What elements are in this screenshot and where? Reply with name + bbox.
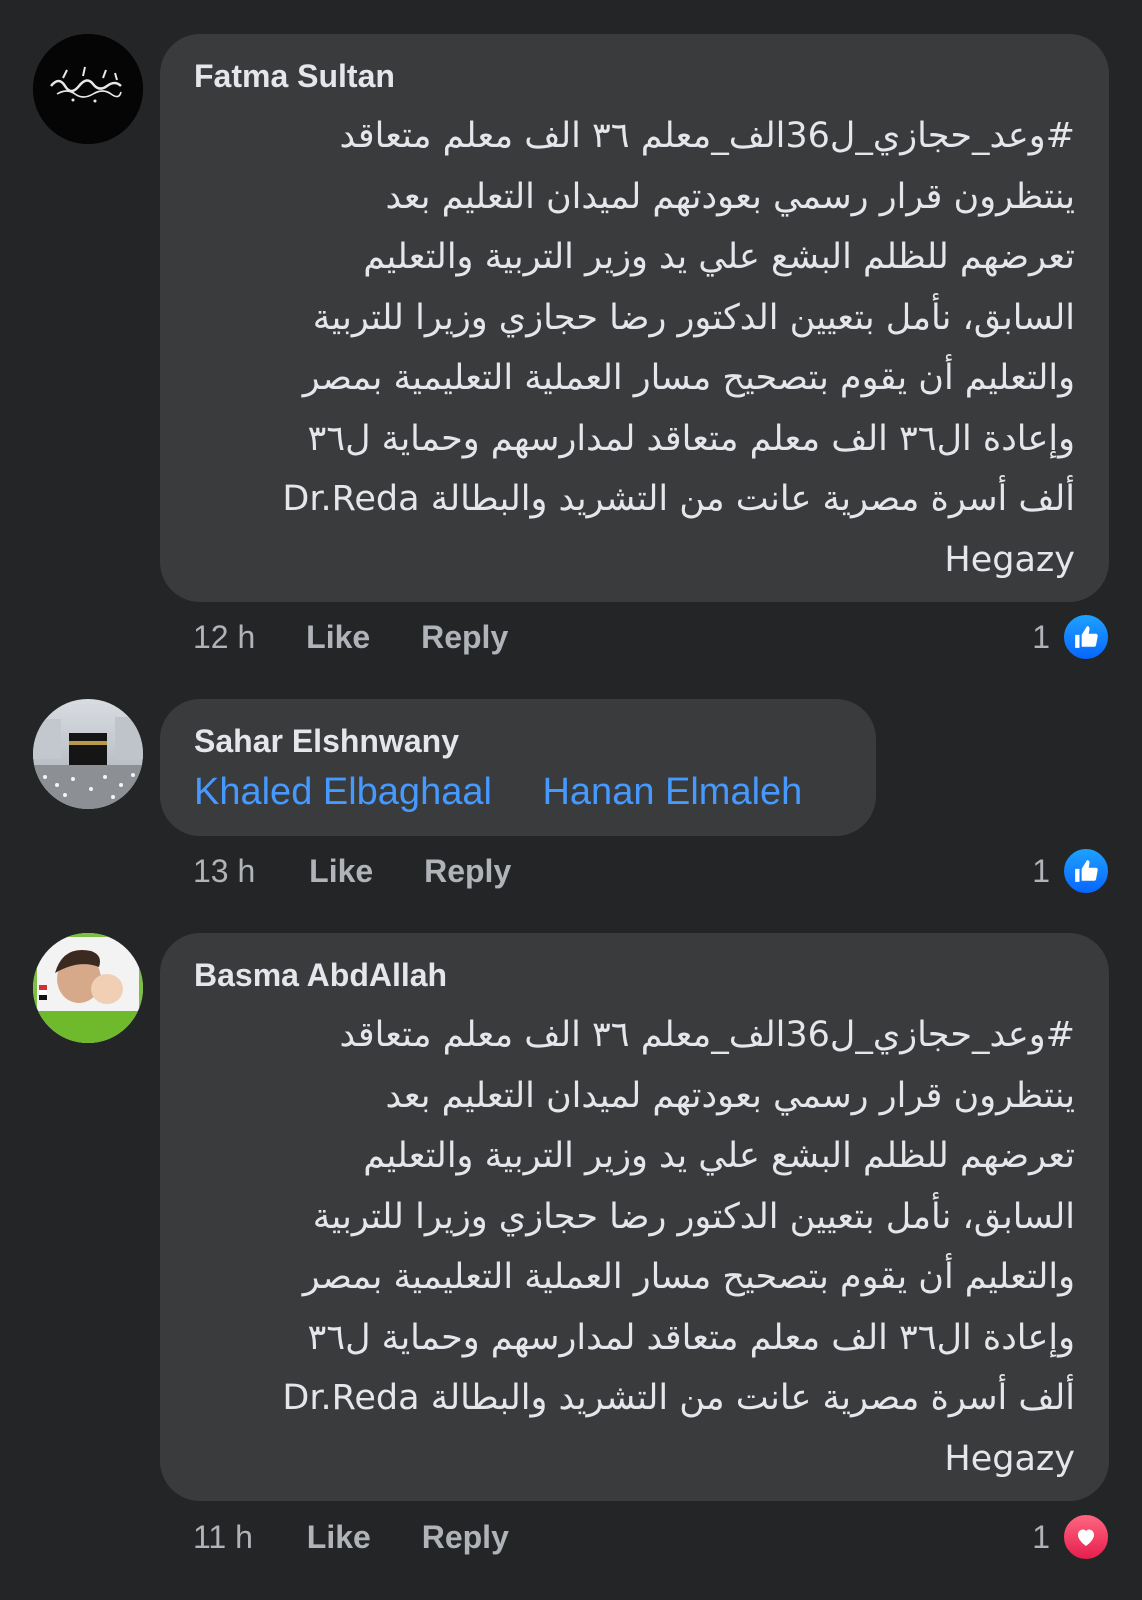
comment-bubble: Sahar Elshnwany Khaled Elbaghaal Hanan E… (160, 699, 876, 836)
like-button[interactable]: Like (306, 619, 370, 655)
reaction-count: 1 (1032, 1518, 1050, 1555)
avatar[interactable] (33, 699, 143, 809)
comment-text-line: تعرضهم للظلم البشع علي يد وزير التربية و… (363, 237, 1075, 277)
comment-text: #وعد_حجازي_ل36الف_معلم ٣٦ الف معلم متعاق… (282, 1005, 1075, 1489)
comment-text-line: والتعليم أن يقوم بتصحيح مسار العملية الت… (302, 1257, 1075, 1297)
reply-button[interactable]: Reply (421, 619, 508, 655)
comment-text-line: #وعد_حجازي_ل36الف_معلم ٣٦ الف معلم متعاق… (339, 116, 1076, 156)
comment-timestamp[interactable]: 11 h (193, 1519, 253, 1555)
comment-text-line: Hegazy (944, 539, 1075, 580)
comment-timestamp[interactable]: 12 h (193, 619, 255, 655)
comment-text-line: ألف أسرة مصرية عانت من التشريد والبطالة … (282, 479, 1075, 519)
avatar[interactable] (33, 34, 143, 144)
comment-mentions: Khaled Elbaghaal Hanan Elmaleh (194, 771, 802, 814)
comment-text-line: ينتظرون قرار رسمي بعودتهم لميدان التعليم… (385, 1075, 1075, 1116)
comment-timestamp[interactable]: 13 h (193, 853, 255, 889)
comment-text-line: ألف أسرة مصرية عانت من التشريد والبطالة … (282, 1378, 1075, 1418)
comment-text-line: والتعليم أن يقوم بتصحيح مسار العملية الت… (302, 358, 1075, 398)
comment-text-line: السابق، نأمل بتعيين الدكتور رضا حجازي وز… (312, 1196, 1075, 1237)
like-button[interactable]: Like (307, 1519, 371, 1555)
comment-actions: 13 h Like Reply (193, 853, 511, 890)
comment-actions: 12 h Like Reply (193, 619, 508, 656)
comment-text-line: تعرضهم للظلم البشع علي يد وزير التربية و… (363, 1136, 1075, 1176)
mention-link[interactable]: Khaled Elbaghaal (194, 771, 492, 813)
reply-button[interactable]: Reply (424, 853, 511, 889)
comment-text-line: #وعد_حجازي_ل36الف_معلم ٣٦ الف معلم متعاق… (339, 1015, 1076, 1055)
reply-button[interactable]: Reply (422, 1519, 509, 1555)
reaction-count: 1 (1032, 852, 1050, 889)
comment-text-line: وإعادة ال٣٦ الف معلم متعاقد لمدارسهم وحم… (307, 418, 1075, 459)
comment-text: #وعد_حجازي_ل36الف_معلم ٣٦ الف معلم متعاق… (282, 106, 1075, 590)
comment-bubble: Basma AbdAllah #وعد_حجازي_ل36الف_معلم ٣٦… (160, 933, 1109, 1501)
comment-text-line: Hegazy (944, 1438, 1075, 1479)
like-thumbs-up-icon (1062, 613, 1110, 661)
comment-text-line: السابق، نأمل بتعيين الدكتور رضا حجازي وز… (312, 297, 1075, 338)
comment-author[interactable]: Basma AbdAllah (194, 957, 447, 994)
love-heart-icon (1062, 1513, 1110, 1561)
like-thumbs-up-icon (1062, 847, 1110, 895)
reaction-summary[interactable]: 1 (1032, 1513, 1110, 1561)
mother-child-avatar-icon (33, 933, 143, 1043)
comment-author[interactable]: Fatma Sultan (194, 58, 395, 95)
calligraphy-avatar-icon (33, 34, 143, 144)
reaction-summary[interactable]: 1 (1032, 847, 1110, 895)
comment-author[interactable]: Sahar Elshnwany (194, 723, 459, 760)
mention-link[interactable]: Hanan Elmaleh (542, 771, 802, 813)
comment-text-line: وإعادة ال٣٦ الف معلم متعاقد لمدارسهم وحم… (307, 1317, 1075, 1358)
reaction-count: 1 (1032, 618, 1050, 655)
like-button[interactable]: Like (309, 853, 373, 889)
comment-text-line: ينتظرون قرار رسمي بعودتهم لميدان التعليم… (385, 176, 1075, 217)
comment-bubble: Fatma Sultan #وعد_حجازي_ل36الف_معلم ٣٦ ا… (160, 34, 1109, 602)
kaaba-avatar-icon (33, 699, 143, 809)
comment-actions: 11 h Like Reply (193, 1519, 509, 1556)
reaction-summary[interactable]: 1 (1032, 613, 1110, 661)
avatar[interactable] (33, 933, 143, 1043)
